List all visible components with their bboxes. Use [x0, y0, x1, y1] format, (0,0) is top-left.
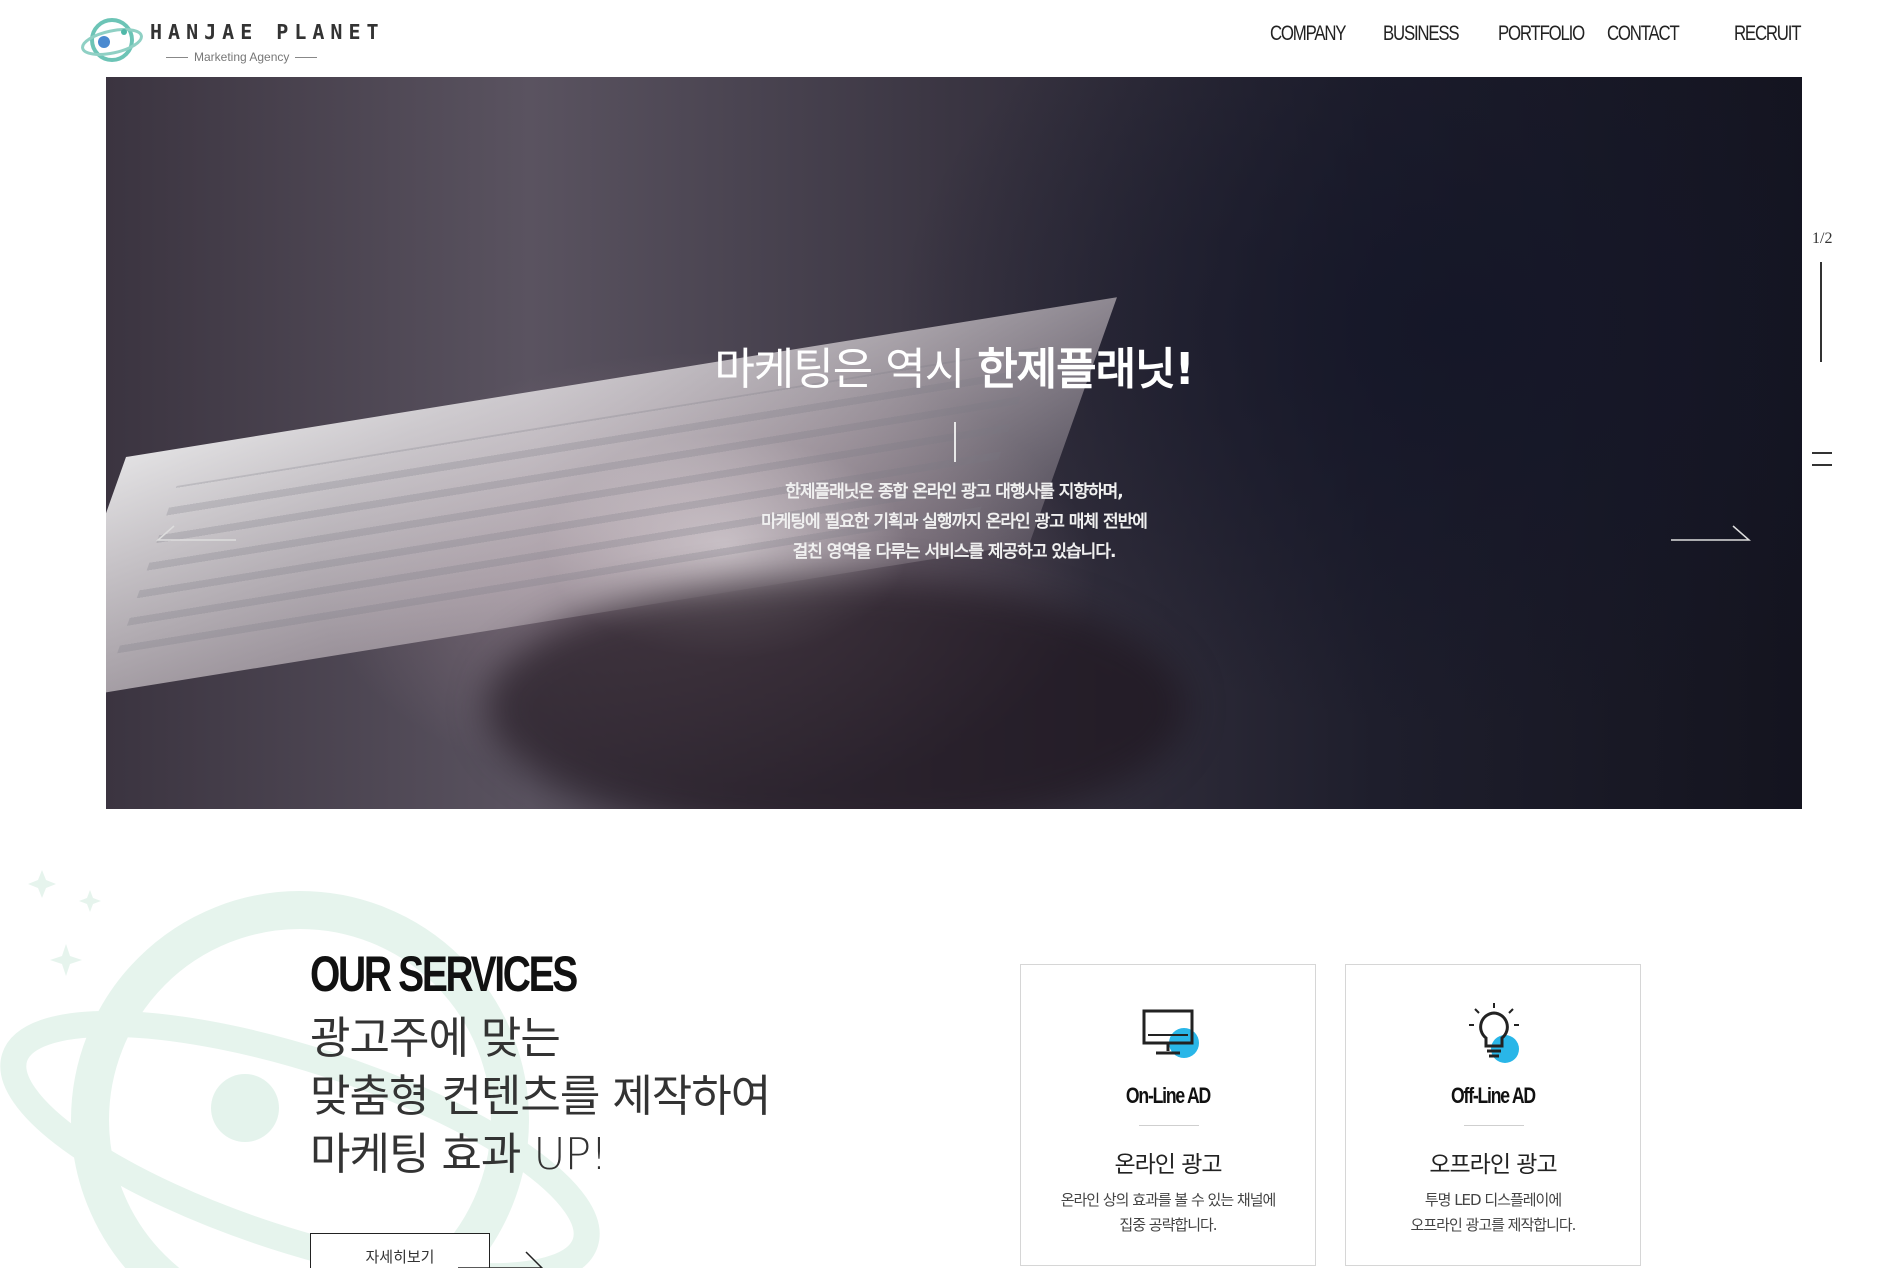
- services-heading: OUR SERVICES: [310, 946, 578, 1002]
- card-desc-line: 오프라인 광고를 제작합니다.: [1410, 1216, 1577, 1234]
- hero-title-regular: 마케팅은 역시: [714, 344, 978, 395]
- arrow-right-icon: [458, 1251, 544, 1268]
- card-divider: [1464, 1125, 1524, 1126]
- hero-slider: 마케팅은 역시 한제플래닛! 한제플래닛은 종합 온라인 광고 대행사를 지향하…: [106, 77, 1802, 809]
- card-title: Off-Line AD: [1451, 1083, 1536, 1108]
- hero-desc-line: 한제플래닛은 종합 온라인 광고 대행사를 지향하며,: [785, 482, 1124, 502]
- services-tagline-line: 마케팅 효과 UP!: [310, 1129, 608, 1180]
- nav-business[interactable]: BUSINESS: [1383, 22, 1460, 46]
- hero-title: 마케팅은 역시 한제플래닛!: [106, 333, 1802, 397]
- slide-counter: 1/2: [1812, 230, 1833, 247]
- logo-subtitle: Marketing Agency: [160, 50, 323, 64]
- card-subtitle: 오프라인 광고: [1429, 1152, 1557, 1178]
- nav-company[interactable]: COMPANY: [1270, 22, 1347, 46]
- prev-slide-arrow-icon[interactable]: [156, 525, 236, 541]
- card-description: 투명 LED 디스플레이에 오프라인 광고를 제작합니다.: [1346, 1188, 1640, 1238]
- planet-logo-icon: [81, 18, 143, 62]
- hero-desc-line: 걸친 영역을 다루는 서비스를 제공하고 있습니다.: [792, 542, 1117, 562]
- slide-progress-bar: [1820, 262, 1822, 362]
- card-divider: [1139, 1125, 1199, 1126]
- hero-divider: [954, 422, 956, 462]
- card-desc-line: 집중 공략합니다.: [1119, 1216, 1217, 1234]
- next-slide-arrow-icon[interactable]: [1671, 525, 1751, 541]
- site-header: HANJAE PLANET Marketing Agency COMPANY B…: [0, 0, 1903, 78]
- monitor-icon: [1142, 1009, 1199, 1058]
- hero-desc-line: 마케팅에 필요한 기획과 실행까지 온라인 광고 매체 전반에: [761, 512, 1148, 532]
- logo-title: HANJAE PLANET: [150, 20, 385, 44]
- nav-portfolio[interactable]: PORTFOLIO: [1498, 22, 1585, 46]
- services-tagline: 광고주에 맞는 맞춤형 컨텐츠를 제작하여 마케팅 효과 UP!: [310, 1010, 771, 1184]
- site-logo[interactable]: HANJAE PLANET Marketing Agency: [80, 12, 379, 66]
- nav-contact[interactable]: CONTACT: [1607, 22, 1680, 46]
- services-tagline-line: 맞춤형 컨텐츠를 제작하여: [310, 1071, 771, 1122]
- card-desc-line: 온라인 상의 효과를 볼 수 있는 채널에: [1060, 1191, 1277, 1209]
- card-description: 온라인 상의 효과를 볼 수 있는 채널에 집중 공략합니다.: [1021, 1188, 1315, 1238]
- card-title: On-Line AD: [1125, 1083, 1211, 1108]
- service-card-offline[interactable]: Off-Line AD 오프라인 광고 투명 LED 디스플레이에 오프라인 광…: [1345, 964, 1641, 1266]
- services-tagline-line: 광고주에 맞는: [310, 1013, 561, 1064]
- slide-menu-icon[interactable]: [1812, 452, 1832, 466]
- service-card-online[interactable]: On-Line AD 온라인 광고 온라인 상의 효과를 볼 수 있는 채널에 …: [1020, 964, 1316, 1266]
- card-desc-line: 투명 LED 디스플레이에: [1424, 1191, 1562, 1209]
- nav-recruit[interactable]: RECRUIT: [1734, 22, 1801, 46]
- card-subtitle: 온라인 광고: [1114, 1152, 1222, 1178]
- hero-description: 한제플래닛은 종합 온라인 광고 대행사를 지향하며, 마케팅에 필요한 기획과…: [106, 477, 1802, 567]
- lightbulb-icon: [1469, 1003, 1519, 1063]
- hero-title-brand: 한제플래닛!: [977, 344, 1194, 395]
